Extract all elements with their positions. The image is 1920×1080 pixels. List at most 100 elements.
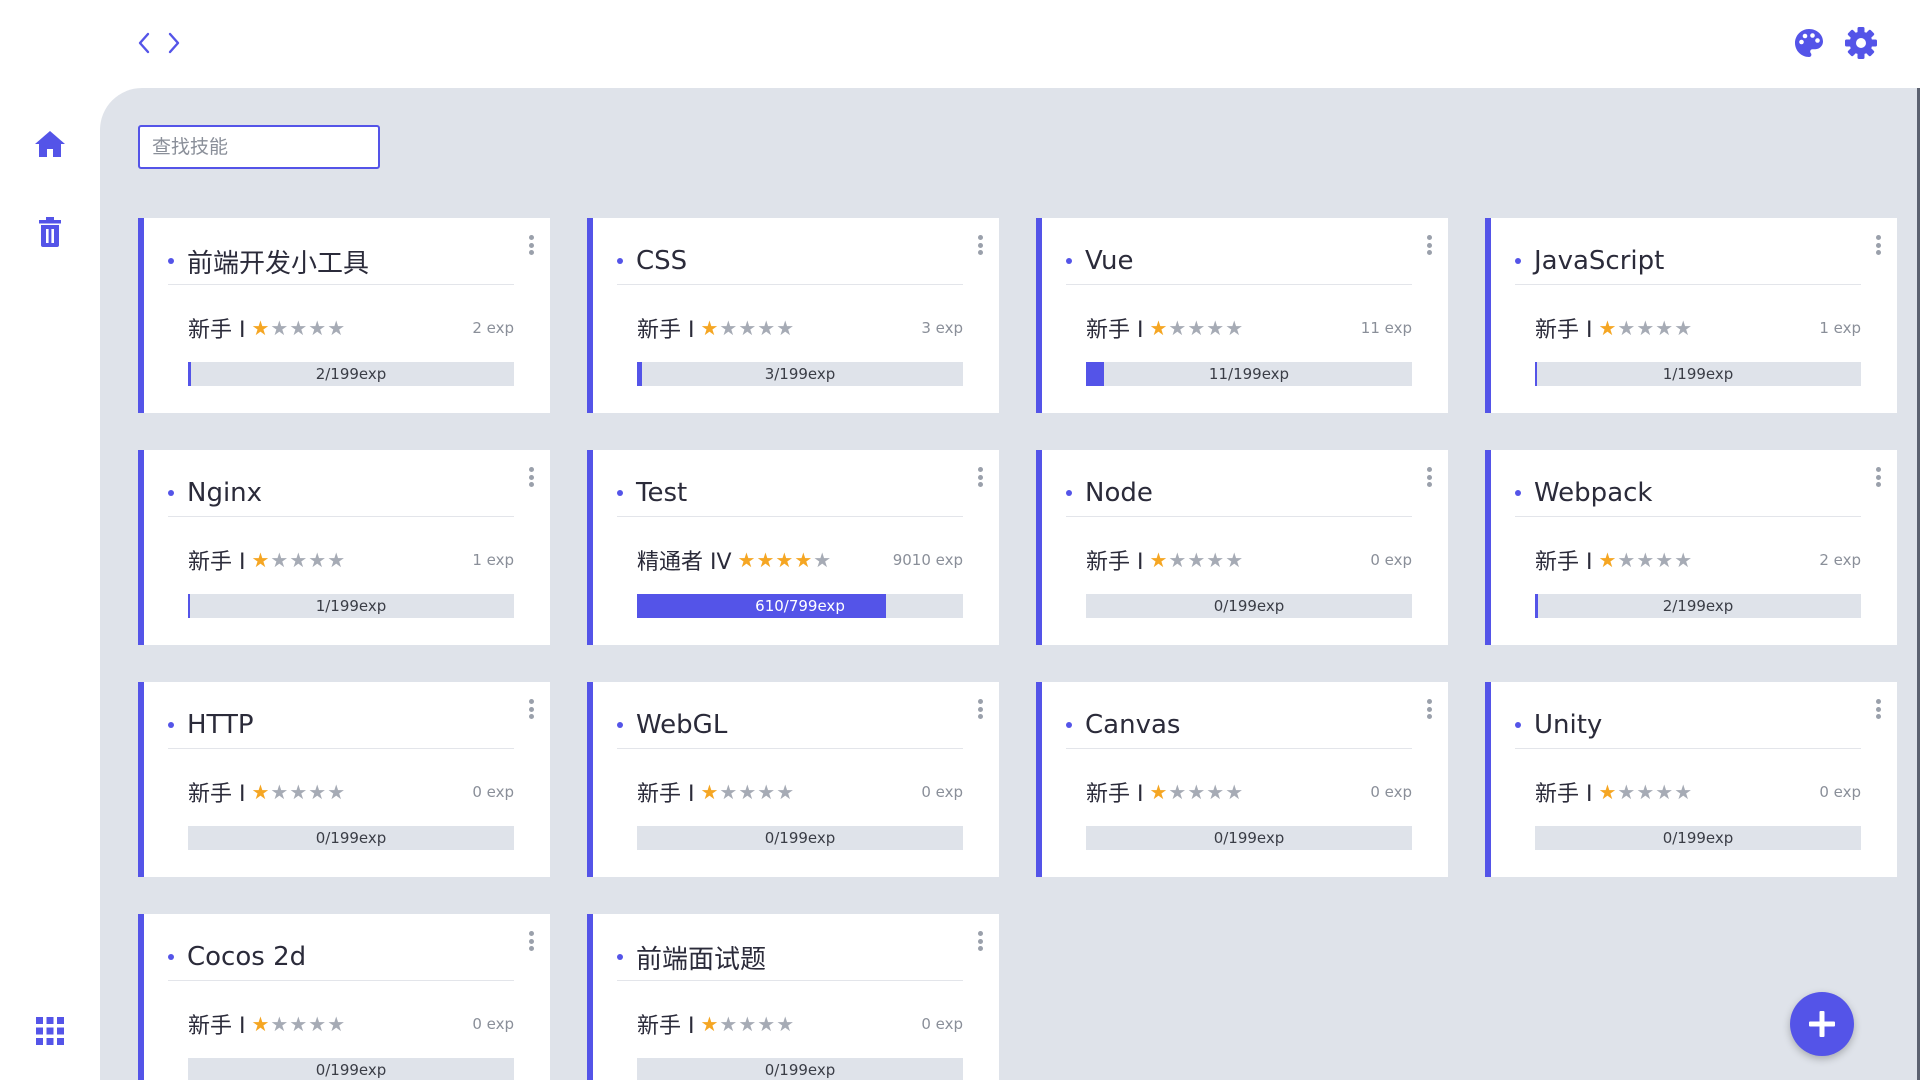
skill-card[interactable]: 前端开发小工具 新手 I ★ ★ ★ ★ ★ 2 exp 2/199exp	[138, 218, 550, 413]
skill-title: Node	[1085, 478, 1153, 508]
skill-exp: 2 exp	[1819, 551, 1861, 569]
progress-bar: 2/199exp	[188, 362, 514, 386]
skill-card[interactable]: Webpack 新手 I ★ ★ ★ ★ ★ 2 exp 2/199exp	[1485, 450, 1897, 645]
search-input[interactable]	[138, 125, 380, 169]
skill-title: 前端面试题	[636, 944, 767, 975]
skill-card[interactable]: CSS 新手 I ★ ★ ★ ★ ★ 3 exp 3/199exp	[587, 218, 999, 413]
star-icon: ★	[700, 780, 719, 804]
progress-label: 0/199exp	[315, 1061, 387, 1079]
progress-bar: 610/799exp	[637, 594, 963, 618]
progress-label: 3/199exp	[764, 365, 836, 383]
star-icon: ★	[1206, 780, 1225, 804]
home-icon[interactable]	[30, 124, 70, 164]
star-icon: ★	[1168, 780, 1187, 804]
skill-title: Canvas	[1085, 710, 1181, 740]
progress-bar: 0/199exp	[188, 826, 514, 850]
star-icon: ★	[1655, 316, 1674, 340]
level-row: 新手 I ★ ★ ★ ★ ★ 1 exp	[1535, 312, 1861, 344]
progress-bar: 3/199exp	[637, 362, 963, 386]
top-toolbar	[1790, 24, 1880, 62]
add-skill-button[interactable]	[1790, 992, 1854, 1056]
star-icon: ★	[1636, 548, 1655, 572]
skill-card[interactable]: HTTP 新手 I ★ ★ ★ ★ ★ 0 exp 0/199exp	[138, 682, 550, 877]
skill-card[interactable]: Node 新手 I ★ ★ ★ ★ ★ 0 exp 0/199exp	[1036, 450, 1448, 645]
star-rating: ★ ★ ★ ★ ★	[251, 1014, 345, 1034]
star-rating: ★ ★ ★ ★ ★	[251, 550, 345, 570]
star-icon: ★	[776, 316, 795, 340]
more-vertical-icon[interactable]	[1873, 233, 1883, 257]
card-header: Test	[617, 470, 963, 517]
skill-title: 前端开发小工具	[187, 248, 370, 279]
more-vertical-icon[interactable]	[1424, 465, 1434, 489]
skill-card[interactable]: Nginx 新手 I ★ ★ ★ ★ ★ 1 exp 1/199exp	[138, 450, 550, 645]
card-header: 前端面试题	[617, 934, 963, 981]
skill-card[interactable]: Vue 新手 I ★ ★ ★ ★ ★ 11 exp 11/199exp	[1036, 218, 1448, 413]
skill-grid: 前端开发小工具 新手 I ★ ★ ★ ★ ★ 2 exp 2/199exp CSS 新手…	[138, 218, 1897, 1080]
more-vertical-icon[interactable]	[526, 929, 536, 953]
level-row: 新手 I ★ ★ ★ ★ ★ 11 exp	[1086, 312, 1412, 344]
skill-level: 新手 I	[188, 1014, 246, 1039]
gear-icon[interactable]	[1842, 24, 1880, 62]
bullet-dot	[617, 258, 623, 264]
bullet-dot	[1515, 490, 1521, 496]
more-vertical-icon[interactable]	[1424, 697, 1434, 721]
star-icon: ★	[1617, 316, 1636, 340]
skill-card[interactable]: Test 精通者 IV ★ ★ ★ ★ ★ 9010 exp 610/799exp	[587, 450, 999, 645]
progress-label: 0/199exp	[315, 829, 387, 847]
star-icon: ★	[308, 780, 327, 804]
star-icon: ★	[794, 548, 813, 572]
more-vertical-icon[interactable]	[526, 697, 536, 721]
skill-card[interactable]: Unity 新手 I ★ ★ ★ ★ ★ 0 exp 0/199exp	[1485, 682, 1897, 877]
star-icon: ★	[1225, 780, 1244, 804]
star-rating: ★ ★ ★ ★ ★	[251, 782, 345, 802]
star-icon: ★	[270, 1012, 289, 1036]
bullet-dot	[1066, 722, 1072, 728]
star-icon: ★	[1617, 548, 1636, 572]
more-vertical-icon[interactable]	[526, 233, 536, 257]
star-icon: ★	[327, 780, 346, 804]
more-vertical-icon[interactable]	[1873, 697, 1883, 721]
skill-level: 新手 I	[188, 550, 246, 575]
skill-level: 新手 I	[637, 1014, 695, 1039]
skill-card[interactable]: Cocos 2d 新手 I ★ ★ ★ ★ ★ 0 exp 0/199exp	[138, 914, 550, 1080]
more-vertical-icon[interactable]	[975, 465, 985, 489]
star-icon: ★	[1149, 548, 1168, 572]
chevron-left-icon[interactable]	[132, 28, 156, 58]
star-icon: ★	[251, 316, 270, 340]
star-icon: ★	[757, 1012, 776, 1036]
chevron-right-icon[interactable]	[162, 28, 186, 58]
star-icon: ★	[1598, 780, 1617, 804]
star-rating: ★ ★ ★ ★ ★	[700, 1014, 794, 1034]
star-icon: ★	[270, 780, 289, 804]
star-icon: ★	[738, 1012, 757, 1036]
skill-level: 新手 I	[188, 318, 246, 343]
more-vertical-icon[interactable]	[526, 465, 536, 489]
star-icon: ★	[1655, 780, 1674, 804]
palette-icon[interactable]	[1790, 24, 1828, 62]
trash-icon[interactable]	[30, 212, 70, 252]
star-icon: ★	[757, 780, 776, 804]
level-row: 新手 I ★ ★ ★ ★ ★ 0 exp	[1535, 776, 1861, 808]
star-icon: ★	[1617, 780, 1636, 804]
skill-card[interactable]: JavaScript 新手 I ★ ★ ★ ★ ★ 1 exp 1/199exp	[1485, 218, 1897, 413]
more-vertical-icon[interactable]	[975, 697, 985, 721]
level-row: 新手 I ★ ★ ★ ★ ★ 0 exp	[637, 776, 963, 808]
card-header: Unity	[1515, 702, 1861, 749]
card-header: CSS	[617, 238, 963, 285]
more-vertical-icon[interactable]	[1424, 233, 1434, 257]
skill-card[interactable]: WebGL 新手 I ★ ★ ★ ★ ★ 0 exp 0/199exp	[587, 682, 999, 877]
more-vertical-icon[interactable]	[975, 233, 985, 257]
bullet-dot	[168, 722, 174, 728]
more-vertical-icon[interactable]	[975, 929, 985, 953]
skill-level: 新手 I	[1535, 550, 1593, 575]
more-vertical-icon[interactable]	[1873, 465, 1883, 489]
star-icon: ★	[719, 316, 738, 340]
skill-card[interactable]: 前端面试题 新手 I ★ ★ ★ ★ ★ 0 exp 0/199exp	[587, 914, 999, 1080]
star-icon: ★	[719, 1012, 738, 1036]
skill-title: Test	[636, 478, 688, 508]
card-header: JavaScript	[1515, 238, 1861, 285]
grid-icon[interactable]	[30, 1011, 70, 1051]
skill-card[interactable]: Canvas 新手 I ★ ★ ★ ★ ★ 0 exp 0/199exp	[1036, 682, 1448, 877]
history-nav	[132, 28, 186, 58]
progress-label: 1/199exp	[1662, 365, 1734, 383]
